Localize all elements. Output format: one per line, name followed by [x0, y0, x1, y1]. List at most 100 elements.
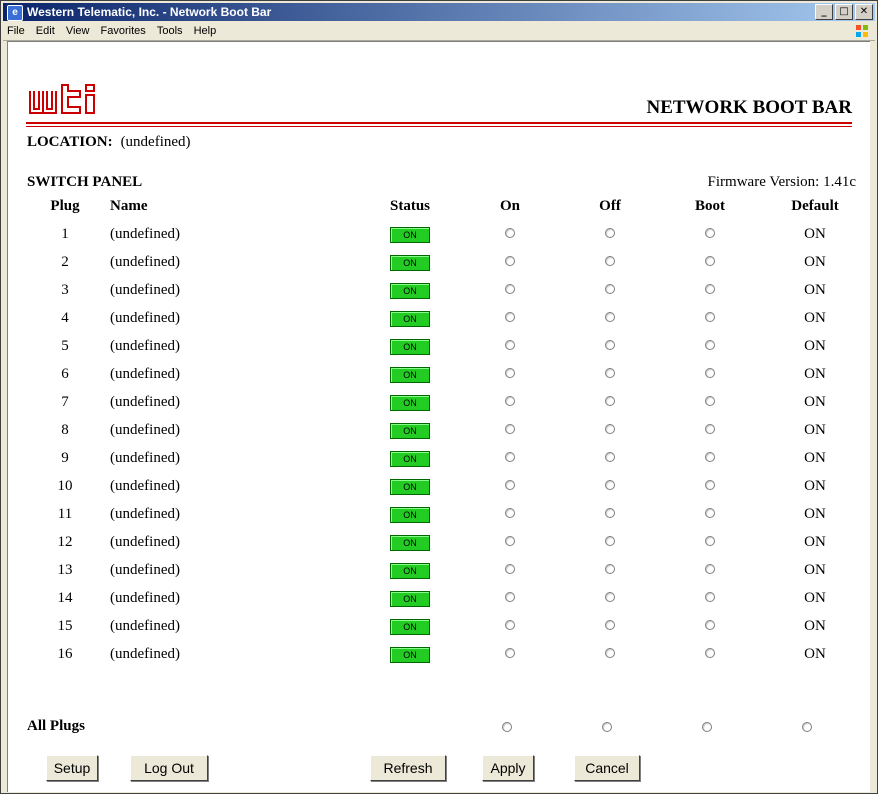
off-radio[interactable]: [605, 535, 615, 546]
col-off: Off: [599, 197, 621, 214]
off-radio[interactable]: [605, 367, 615, 378]
on-radio[interactable]: [505, 535, 515, 546]
status-badge: ON: [390, 590, 430, 607]
close-button[interactable]: ✕: [855, 4, 873, 20]
on-radio[interactable]: [505, 507, 515, 518]
status-badge: ON: [390, 562, 430, 579]
off-radio[interactable]: [605, 423, 615, 434]
off-radio[interactable]: [605, 395, 615, 406]
boot-radio[interactable]: [705, 283, 715, 294]
off-radio[interactable]: [605, 619, 615, 630]
on-radio[interactable]: [505, 255, 515, 266]
on-radio[interactable]: [505, 311, 515, 322]
menu-favorites[interactable]: Favorites: [97, 22, 150, 40]
boot-radio[interactable]: [705, 227, 715, 238]
on-radio[interactable]: [505, 283, 515, 294]
boot-radio[interactable]: [705, 479, 715, 490]
location-line: LOCATION: (undefined): [27, 134, 191, 151]
off-radio[interactable]: [605, 507, 615, 518]
status-badge: ON: [390, 618, 430, 635]
col-default: Default: [791, 197, 839, 214]
boot-radio[interactable]: [705, 367, 715, 378]
browser-icon: e: [7, 5, 23, 21]
boot-radio[interactable]: [705, 451, 715, 462]
off-radio[interactable]: [605, 227, 615, 238]
default-value: ON: [804, 253, 826, 270]
on-radio[interactable]: [505, 619, 515, 630]
on-radio[interactable]: [505, 563, 515, 574]
on-radio[interactable]: [505, 423, 515, 434]
menu-file[interactable]: File: [3, 22, 29, 40]
off-radio[interactable]: [605, 647, 615, 658]
plug-name: (undefined): [110, 533, 180, 550]
col-boot: Boot: [695, 197, 725, 214]
boot-radio[interactable]: [705, 591, 715, 602]
table-row: 1 (undefined) ON ON: [20, 220, 870, 248]
plug-number: 8: [61, 421, 69, 438]
plug-name: (undefined): [110, 449, 180, 466]
off-radio[interactable]: [605, 283, 615, 294]
boot-radio[interactable]: [705, 619, 715, 630]
on-radio[interactable]: [505, 451, 515, 462]
default-value: ON: [804, 533, 826, 550]
on-radio[interactable]: [505, 395, 515, 406]
boot-radio[interactable]: [705, 507, 715, 518]
cancel-button[interactable]: Cancel: [574, 755, 640, 781]
boot-radio[interactable]: [705, 423, 715, 434]
header-divider: [26, 122, 852, 124]
off-radio[interactable]: [605, 563, 615, 574]
plug-number: 6: [61, 365, 69, 382]
table-header-row: Plug Name Status On Off Boot Default: [20, 192, 870, 220]
on-radio[interactable]: [505, 367, 515, 378]
menu-help[interactable]: Help: [190, 22, 221, 40]
logout-button[interactable]: Log Out: [130, 755, 208, 781]
apply-button[interactable]: Apply: [482, 755, 534, 781]
col-name: Name: [110, 197, 148, 214]
plug-name: (undefined): [110, 561, 180, 578]
windows-logo-icon: [856, 25, 868, 37]
default-value: ON: [804, 561, 826, 578]
maximize-button[interactable]: □: [835, 4, 853, 20]
on-radio[interactable]: [505, 479, 515, 490]
menu-edit[interactable]: Edit: [32, 22, 59, 40]
boot-radio[interactable]: [705, 311, 715, 322]
boot-radio[interactable]: [705, 339, 715, 350]
boot-radio[interactable]: [705, 255, 715, 266]
on-radio[interactable]: [505, 339, 515, 350]
all-plugs-label: All Plugs: [27, 718, 85, 734]
status-badge: ON: [390, 646, 430, 663]
off-radio[interactable]: [605, 339, 615, 350]
boot-radio[interactable]: [705, 535, 715, 546]
plug-name: (undefined): [110, 505, 180, 522]
off-radio[interactable]: [605, 451, 615, 462]
minimize-button[interactable]: _: [815, 4, 833, 20]
menu-view[interactable]: View: [62, 22, 94, 40]
plug-number: 11: [57, 505, 73, 522]
on-radio[interactable]: [505, 227, 515, 238]
all-plugs-off-radio[interactable]: [602, 722, 612, 732]
table-row: 6 (undefined) ON ON: [20, 360, 870, 388]
all-plugs-on-radio[interactable]: [502, 722, 512, 732]
off-radio[interactable]: [605, 311, 615, 322]
table-row: 7 (undefined) ON ON: [20, 388, 870, 416]
all-plugs-boot-radio[interactable]: [702, 722, 712, 732]
off-radio[interactable]: [605, 591, 615, 602]
plug-number: 7: [61, 393, 69, 410]
boot-radio[interactable]: [705, 395, 715, 406]
boot-radio[interactable]: [705, 647, 715, 658]
boot-radio[interactable]: [705, 563, 715, 574]
plug-number: 16: [57, 645, 73, 662]
menu-tools[interactable]: Tools: [153, 22, 187, 40]
refresh-button[interactable]: Refresh: [370, 755, 446, 781]
setup-button[interactable]: Setup: [46, 755, 98, 781]
on-radio[interactable]: [505, 647, 515, 658]
switch-table: Plug Name Status On Off Boot Default 1 (u…: [20, 192, 870, 668]
on-radio[interactable]: [505, 591, 515, 602]
plug-name: (undefined): [110, 589, 180, 606]
off-radio[interactable]: [605, 479, 615, 490]
off-radio[interactable]: [605, 255, 615, 266]
all-plugs-default-radio[interactable]: [802, 722, 812, 732]
title-bar: e Western Telematic, Inc. - Network Boot…: [3, 3, 875, 21]
status-badge: ON: [390, 366, 430, 383]
default-value: ON: [804, 365, 826, 382]
